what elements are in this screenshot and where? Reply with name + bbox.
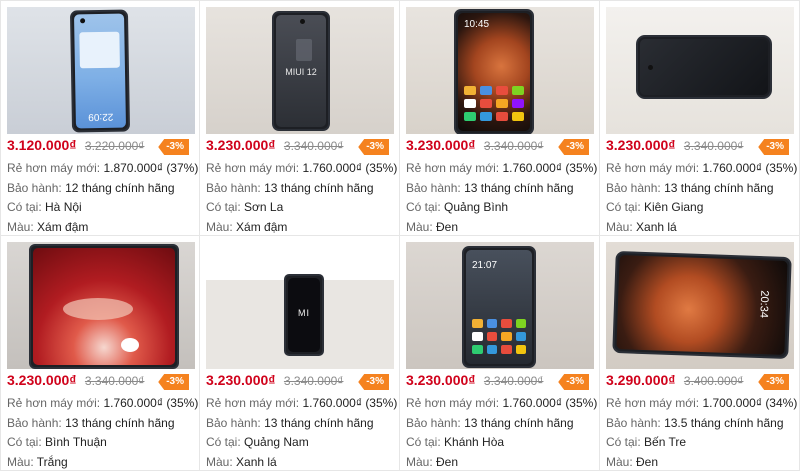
- product-grid: 22:09 3.120.000₫ 3.220.000₫ -3% Rẻ hơn m…: [0, 0, 800, 471]
- warranty-line: Bảo hành: 12 tháng chính hãng: [7, 179, 193, 199]
- old-price: 3.340.000₫: [484, 139, 544, 153]
- cheaper-line: Rẻ hơn máy mới: 1.760.000₫ (35%): [606, 159, 793, 179]
- price: 3.230.000₫: [406, 137, 475, 153]
- product-image[interactable]: [7, 242, 195, 369]
- product-card[interactable]: MI 3.230.000₫ 3.340.000₫ -3% Rẻ hơn máy …: [200, 236, 400, 471]
- discount-badge: -3%: [558, 139, 589, 155]
- price: 3.230.000₫: [206, 372, 275, 388]
- discount-badge: -3%: [558, 374, 589, 390]
- product-card[interactable]: 22:09 3.120.000₫ 3.220.000₫ -3% Rẻ hơn m…: [0, 0, 200, 236]
- color-line: Màu: Xanh lá: [206, 453, 393, 472]
- location-line: Có tại: Khánh Hòa: [406, 433, 593, 453]
- warranty-line: Bảo hành: 13 tháng chính hãng: [406, 179, 593, 199]
- color-line: Màu: Đen: [406, 218, 593, 238]
- product-card[interactable]: 20:34 3.290.000₫ 3.400.000₫ -3% Rẻ hơn m…: [600, 236, 800, 471]
- cheaper-line: Rẻ hơn máy mới: 1.700.000₫ (34%): [606, 394, 793, 414]
- screen-text: MI: [288, 308, 320, 318]
- old-price: 3.220.000₫: [85, 139, 145, 153]
- product-card[interactable]: 21:07 3.230.000₫ 3.340.000₫ -3% Rẻ hơn m…: [400, 236, 600, 471]
- discount-badge: -3%: [758, 139, 789, 155]
- discount-badge: -3%: [758, 374, 789, 390]
- product-image[interactable]: 20:34: [606, 242, 794, 369]
- screen-clock: 21:07: [472, 260, 497, 271]
- warranty-line: Bảo hành: 13 tháng chính hãng: [606, 179, 793, 199]
- price: 3.230.000₫: [7, 372, 76, 388]
- price-row: 3.230.000₫ 3.340.000₫ -3%: [406, 372, 593, 394]
- price: 3.230.000₫: [606, 137, 675, 153]
- location-line: Có tại: Bến Tre: [606, 433, 793, 453]
- color-line: Màu: Xám đậm: [206, 218, 393, 238]
- color-line: Màu: Đen: [406, 453, 593, 472]
- old-price: 3.400.000₫: [684, 374, 744, 388]
- price-row: 3.230.000₫ 3.340.000₫ -3%: [406, 137, 593, 159]
- cheaper-line: Rẻ hơn máy mới: 1.760.000₫ (35%): [206, 159, 393, 179]
- location-line: Có tại: Hà Nội: [7, 198, 193, 218]
- price-row: 3.120.000₫ 3.220.000₫ -3%: [7, 137, 193, 159]
- product-image[interactable]: MIUI 12: [206, 7, 394, 134]
- old-price: 3.340.000₫: [85, 374, 145, 388]
- product-card[interactable]: 10:45 3.230.000₫ 3.340.000₫ -3% Rẻ hơn m…: [400, 0, 600, 236]
- cheaper-line: Rẻ hơn máy mới: 1.760.000₫ (35%): [7, 394, 193, 414]
- old-price: 3.340.000₫: [284, 139, 344, 153]
- price-row: 3.230.000₫ 3.340.000₫ -3%: [7, 372, 193, 394]
- cheaper-line: Rẻ hơn máy mới: 1.760.000₫ (35%): [406, 394, 593, 414]
- screen-clock: 10:45: [464, 19, 489, 30]
- product-image[interactable]: 10:45: [406, 7, 594, 134]
- old-price: 3.340.000₫: [284, 374, 344, 388]
- discount-badge: -3%: [158, 374, 189, 390]
- product-image[interactable]: 21:07: [406, 242, 594, 369]
- warranty-line: Bảo hành: 13 tháng chính hãng: [206, 414, 393, 434]
- screen-text: MIUI 12: [276, 67, 326, 77]
- price: 3.120.000₫: [7, 137, 76, 153]
- price: 3.230.000₫: [206, 137, 275, 153]
- screen-clock: 20:34: [758, 290, 771, 318]
- warranty-line: Bảo hành: 13 tháng chính hãng: [406, 414, 593, 434]
- color-line: Màu: Trắng: [7, 453, 193, 472]
- price-row: 3.230.000₫ 3.340.000₫ -3%: [206, 372, 393, 394]
- price-row: 3.290.000₫ 3.400.000₫ -3%: [606, 372, 793, 394]
- product-card[interactable]: 3.230.000₫ 3.340.000₫ -3% Rẻ hơn máy mới…: [600, 0, 800, 236]
- price-row: 3.230.000₫ 3.340.000₫ -3%: [606, 137, 793, 159]
- product-image[interactable]: 22:09: [7, 7, 195, 134]
- discount-badge: -3%: [358, 139, 389, 155]
- product-image[interactable]: MI: [206, 242, 394, 369]
- discount-badge: -3%: [158, 139, 189, 155]
- old-price: 3.340.000₫: [684, 139, 744, 153]
- warranty-line: Bảo hành: 13.5 tháng chính hãng: [606, 414, 793, 434]
- location-line: Có tại: Kiên Giang: [606, 198, 793, 218]
- cheaper-line: Rẻ hơn máy mới: 1.760.000₫ (35%): [206, 394, 393, 414]
- warranty-line: Bảo hành: 13 tháng chính hãng: [7, 414, 193, 434]
- discount-badge: -3%: [358, 374, 389, 390]
- price-row: 3.230.000₫ 3.340.000₫ -3%: [206, 137, 393, 159]
- color-line: Màu: Xám đậm: [7, 218, 193, 238]
- location-line: Có tại: Sơn La: [206, 198, 393, 218]
- location-line: Có tại: Quảng Bình: [406, 198, 593, 218]
- color-line: Màu: Đen: [606, 453, 793, 472]
- product-card[interactable]: MIUI 12 3.230.000₫ 3.340.000₫ -3% Rẻ hơn…: [200, 0, 400, 236]
- warranty-line: Bảo hành: 13 tháng chính hãng: [206, 179, 393, 199]
- price: 3.290.000₫: [606, 372, 675, 388]
- price: 3.230.000₫: [406, 372, 475, 388]
- old-price: 3.340.000₫: [484, 374, 544, 388]
- cheaper-line: Rẻ hơn máy mới: 1.870.000₫ (37%): [7, 159, 193, 179]
- location-line: Có tại: Quảng Nam: [206, 433, 393, 453]
- product-image[interactable]: [606, 7, 794, 134]
- cheaper-line: Rẻ hơn máy mới: 1.760.000₫ (35%): [406, 159, 593, 179]
- product-card[interactable]: 3.230.000₫ 3.340.000₫ -3% Rẻ hơn máy mới…: [0, 236, 200, 471]
- screen-clock: 22:09: [76, 111, 126, 123]
- color-line: Màu: Xanh lá: [606, 218, 793, 238]
- location-line: Có tại: Bình Thuận: [7, 433, 193, 453]
